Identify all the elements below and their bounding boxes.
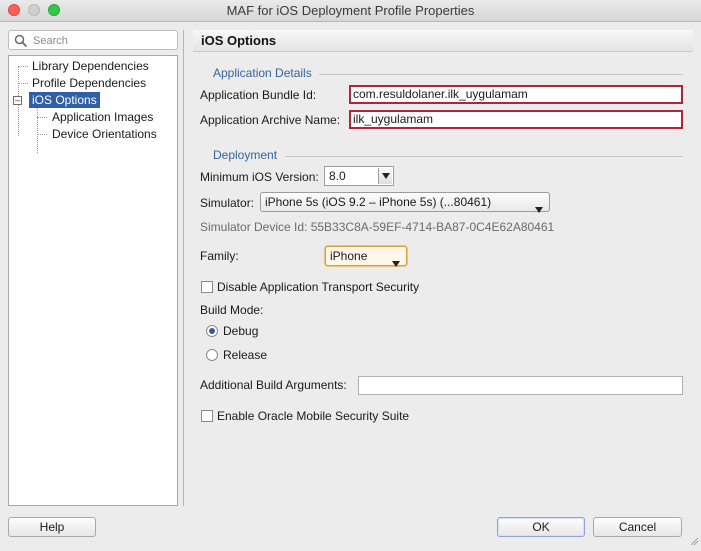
bundle-id-label-text: Application Bundle Id: [200, 88, 317, 102]
simulator-dropdown[interactable]: iPhone 5s (iOS 9.2 – iPhone 5s) (...8046… [260, 192, 550, 213]
min-ios-version-combo[interactable]: 8.0 [324, 166, 394, 186]
navigation-pane: Library Dependencies Profile Dependencie… [8, 30, 178, 506]
oracle-security-label[interactable]: Enable Oracle Mobile Security Suite [217, 409, 409, 423]
search-icon [14, 34, 28, 48]
tree-item-profile-dependencies[interactable]: Profile Dependencies [29, 75, 149, 91]
simulator-device-id: Simulator Device Id: 55B33C8A-59EF-4714-… [200, 220, 555, 234]
collapse-icon[interactable]: – [13, 96, 22, 105]
resize-grip-icon[interactable] [689, 535, 699, 549]
simulator-label: Simulator: [200, 196, 255, 210]
window-title: MAF for iOS Deployment Profile Propertie… [226, 3, 475, 18]
archive-name-label: Application Archive Name: [200, 113, 340, 127]
tree-connector [18, 83, 28, 84]
build-mode-debug-label[interactable]: Debug [223, 324, 258, 338]
additional-build-args-label: Additional Build Arguments: [200, 378, 347, 392]
family-value: iPhone [330, 249, 368, 263]
cancel-button[interactable]: Cancel [593, 517, 682, 537]
bundle-id-field[interactable]: com.resuldolaner.ilk_uygulamam [349, 85, 683, 104]
tree-item-application-images[interactable]: Application Images [49, 109, 156, 125]
archive-name-label-text: Application Archive Name: [200, 113, 341, 127]
disable-ats-label[interactable]: Disable Application Transport Security [217, 280, 419, 294]
help-button[interactable]: Help [8, 517, 96, 537]
options-panel: iOS Options Application Details Applicat… [193, 30, 693, 506]
section-divider [319, 74, 683, 75]
min-ios-version-label: Minimum iOS Version: [200, 170, 319, 184]
section-title-deployment: Deployment [213, 148, 278, 162]
min-ios-version-value: 8.0 [329, 169, 346, 183]
ok-button[interactable]: OK [497, 517, 585, 537]
simulator-value: iPhone 5s (iOS 9.2 – iPhone 5s) (...8046… [265, 195, 492, 209]
bundle-id-label: Application Bundle Id: [200, 88, 316, 102]
build-mode-debug-radio[interactable] [206, 325, 218, 337]
search-input[interactable] [33, 33, 173, 48]
family-dropdown[interactable]: iPhone [325, 246, 407, 267]
section-divider [285, 156, 683, 157]
family-label: Family: [200, 249, 239, 263]
build-mode-release-radio[interactable] [206, 349, 218, 361]
archive-name-field[interactable]: ilk_uygulamam [349, 110, 683, 129]
additional-build-args-field[interactable] [358, 376, 683, 395]
oracle-security-checkbox[interactable] [201, 410, 213, 422]
chevron-down-icon[interactable] [378, 168, 392, 184]
section-title-application-details: Application Details [213, 66, 312, 80]
category-tree: Library Dependencies Profile Dependencie… [8, 55, 178, 506]
tree-connector [37, 134, 47, 135]
chevron-down-icon [535, 200, 543, 218]
tree-connector [18, 66, 28, 67]
build-mode-label: Build Mode: [200, 303, 264, 317]
page-title: iOS Options [201, 33, 277, 48]
tree-connector [37, 108, 38, 153]
disable-ats-checkbox[interactable] [201, 281, 213, 293]
tree-item-device-orientations[interactable]: Device Orientations [49, 126, 160, 142]
tree-item-ios-options[interactable]: iOS Options [29, 92, 100, 108]
chevron-down-icon [392, 254, 400, 272]
tree-item-library-dependencies[interactable]: Library Dependencies [29, 58, 152, 74]
page-header: iOS Options [193, 30, 693, 52]
build-mode-release-label[interactable]: Release [223, 348, 267, 362]
tree-connector [37, 117, 47, 118]
title-bar: MAF for iOS Deployment Profile Propertie… [0, 0, 701, 22]
search-box[interactable] [8, 30, 178, 50]
pane-splitter[interactable] [183, 30, 184, 506]
